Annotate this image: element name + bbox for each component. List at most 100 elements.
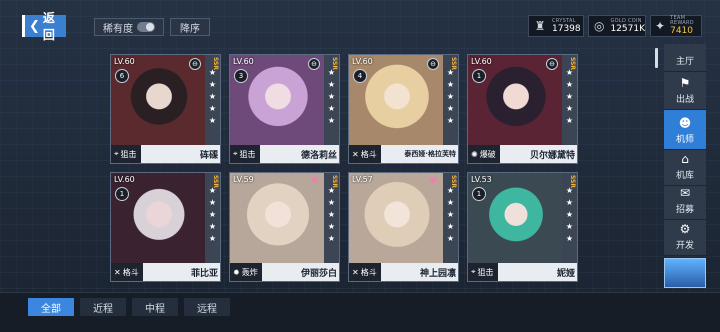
back-button[interactable]: ❮ 返回 — [22, 11, 66, 42]
pilot-name: 砗磲 — [199, 150, 218, 161]
gold-coin-counter[interactable]: ◎ GOLD COIN 12571K — [588, 15, 646, 37]
lock-icon: ⊖ — [427, 58, 439, 70]
class-label: 爆破 — [479, 149, 496, 159]
name-plate: ✹ 轰炸 伊丽莎白 — [230, 263, 339, 281]
rank-badge: 3 — [234, 69, 248, 83]
scrollbar[interactable] — [655, 48, 658, 68]
rarity-filter-button[interactable]: 稀有度 — [94, 18, 164, 36]
class-label: 狙击 — [120, 149, 137, 159]
team-reward-icon: ✦ — [655, 19, 666, 33]
level-label: LV.53 — [471, 175, 492, 184]
tab-all[interactable]: 全部 — [28, 298, 74, 316]
level-label: LV.60 — [471, 57, 492, 66]
name-plate: ⌖ 狙击 砗磲 — [111, 145, 220, 163]
back-button-label: 返回 — [42, 11, 55, 42]
class-tag: ✕ 格斗 — [349, 263, 381, 281]
tab-long-range[interactable]: 远程 — [184, 298, 230, 316]
battle-icon: ⚑ — [679, 76, 691, 90]
melee-icon: ✕ — [352, 149, 359, 159]
nav-battle-label: 出战 — [675, 95, 694, 105]
pilot-name: 伊丽莎白 — [300, 268, 337, 279]
pilot-name: 菲比亚 — [190, 268, 218, 279]
team-reward-counter[interactable]: ✦ TEAM REWARD 7410 — [650, 15, 702, 37]
side-nav: 主厅 ⚑ 出战 ☻ 机师 ⌂ 机库 ✉ 招募 ⚙ 开发 — [664, 44, 706, 290]
sniper-icon: ⌖ — [114, 149, 119, 158]
crystal-icon: ♜ — [534, 19, 546, 33]
sort-button[interactable]: 降序 — [170, 18, 210, 36]
rank-badge: 1 — [115, 187, 129, 201]
pilot-card[interactable]: LV.60 1 ★ ★ ★ ★ ★ SSR ✕ 格斗 菲比亚 — [110, 172, 221, 282]
pilot-card[interactable]: LV.59 ♥ ★ ★ ★ ★ ★ SSR ✹ 轰炸 伊丽莎白 — [229, 172, 340, 282]
rarity-label: SSR — [450, 57, 457, 70]
gold-coin-label: GOLD COIN — [610, 17, 642, 24]
nav-home[interactable]: 主厅 — [664, 44, 706, 72]
hangar-icon: ⌂ — [681, 152, 689, 166]
class-tag: ✹ 轰炸 — [230, 263, 262, 281]
nav-recruit-label: 招募 — [675, 205, 694, 215]
tab-close-range-label: 近程 — [93, 303, 113, 315]
bomb-icon: ✹ — [233, 267, 240, 277]
rarity-filter-label: 稀有度 — [103, 23, 133, 35]
nav-develop-label: 开发 — [675, 241, 694, 251]
rarity-label: SSR — [212, 175, 219, 188]
blast-icon: ✺ — [471, 149, 478, 159]
crystal-counter[interactable]: ♜ CRYSTAL 17398 — [528, 15, 584, 37]
team-reward-label: TEAM REWARD — [670, 15, 694, 26]
class-label: 格斗 — [122, 267, 139, 277]
crystal-label: CRYSTAL — [552, 17, 576, 24]
pilot-portrait — [111, 173, 207, 265]
name-plate: ⌖ 狙击 妮娅 — [468, 263, 577, 281]
pilot-card[interactable]: LV.60 3 ⊖ ★ ★ ★ ★ ★ SSR ⌖ 狙击 德洛莉丝 — [229, 54, 340, 164]
rarity-label: SSR — [212, 57, 219, 70]
nav-hangar[interactable]: ⌂ 机库 — [664, 150, 706, 186]
top-bar: ❮ 返回 稀有度 降序 ♜ CRYSTAL 17398 ◎ GOLD COIN … — [0, 0, 720, 44]
rank-badge: 4 — [353, 69, 367, 83]
tab-long-range-label: 远程 — [197, 303, 217, 315]
level-label: LV.60 — [114, 175, 135, 184]
nav-recruit[interactable]: ✉ 招募 — [664, 186, 706, 220]
pilot-card[interactable]: LV.60 4 ⊖ ★ ★ ★ ★ ★ SSR ✕ 格斗 泰西娅·格拉芙特 — [348, 54, 459, 164]
nav-develop[interactable]: ⚙ 开发 — [664, 220, 706, 256]
nav-pilot[interactable]: ☻ 机师 — [664, 110, 706, 150]
heart-icon: ♥ — [429, 176, 438, 187]
level-label: LV.57 — [352, 175, 373, 184]
nav-home-label: 主厅 — [675, 57, 694, 67]
class-tag: ⌖ 狙击 — [230, 145, 260, 163]
event-banner[interactable] — [664, 258, 706, 288]
gold-coin-value: 12571K — [610, 23, 645, 34]
tab-close-range[interactable]: 近程 — [80, 298, 126, 316]
rarity-label: SSR — [331, 57, 338, 70]
class-label: 轰炸 — [241, 267, 258, 277]
pilot-card[interactable]: LV.60 1 ⊖ ★ ★ ★ ★ ★ SSR ✺ 爆破 贝尔娜黛特 — [467, 54, 578, 164]
name-plate: ⌖ 狙击 德洛莉丝 — [230, 145, 339, 163]
lock-icon: ⊖ — [308, 58, 320, 70]
level-label: LV.60 — [352, 57, 373, 66]
class-label: 格斗 — [360, 267, 377, 277]
melee-icon: ✕ — [352, 267, 359, 277]
develop-icon: ⚙ — [679, 222, 691, 236]
class-tag: ✕ 格斗 — [111, 263, 143, 281]
tab-mid-range[interactable]: 中程 — [132, 298, 178, 316]
class-label: 格斗 — [360, 149, 377, 159]
range-filter-bar: 全部 近程 中程 远程 — [0, 292, 720, 332]
melee-icon: ✕ — [114, 267, 121, 277]
pilot-name: 德洛莉丝 — [300, 150, 337, 161]
class-label: 狙击 — [239, 149, 256, 159]
crystal-value: 17398 — [552, 23, 581, 34]
pilot-name: 泰西娅·格拉芙特 — [404, 150, 456, 158]
rarity-label: SSR — [331, 175, 338, 188]
rarity-label: SSR — [569, 57, 576, 70]
heart-icon: ♥ — [310, 176, 319, 187]
rank-badge: 6 — [115, 69, 129, 83]
pilot-card[interactable]: LV.53 1 ★ ★ ★ ★ ★ SSR ⌖ 狙击 妮娅 — [467, 172, 578, 282]
nav-battle[interactable]: ⚑ 出战 — [664, 72, 706, 110]
rarity-label: SSR — [569, 175, 576, 188]
pilot-card[interactable]: LV.60 6 ⊖ ★ ★ ★ ★ ★ SSR ⌖ 狙击 砗磲 — [110, 54, 221, 164]
name-plate: ✕ 格斗 神上园凛 — [349, 263, 458, 281]
name-plate: ✕ 格斗 泰西娅·格拉芙特 — [349, 145, 458, 163]
level-label: LV.60 — [233, 57, 254, 66]
pilot-card[interactable]: LV.57 ♥ ★ ★ ★ ★ ★ SSR ✕ 格斗 神上园凛 — [348, 172, 459, 282]
tab-all-label: 全部 — [41, 303, 61, 315]
pilot-name: 妮娅 — [556, 268, 575, 279]
recruit-icon: ✉ — [679, 186, 691, 200]
